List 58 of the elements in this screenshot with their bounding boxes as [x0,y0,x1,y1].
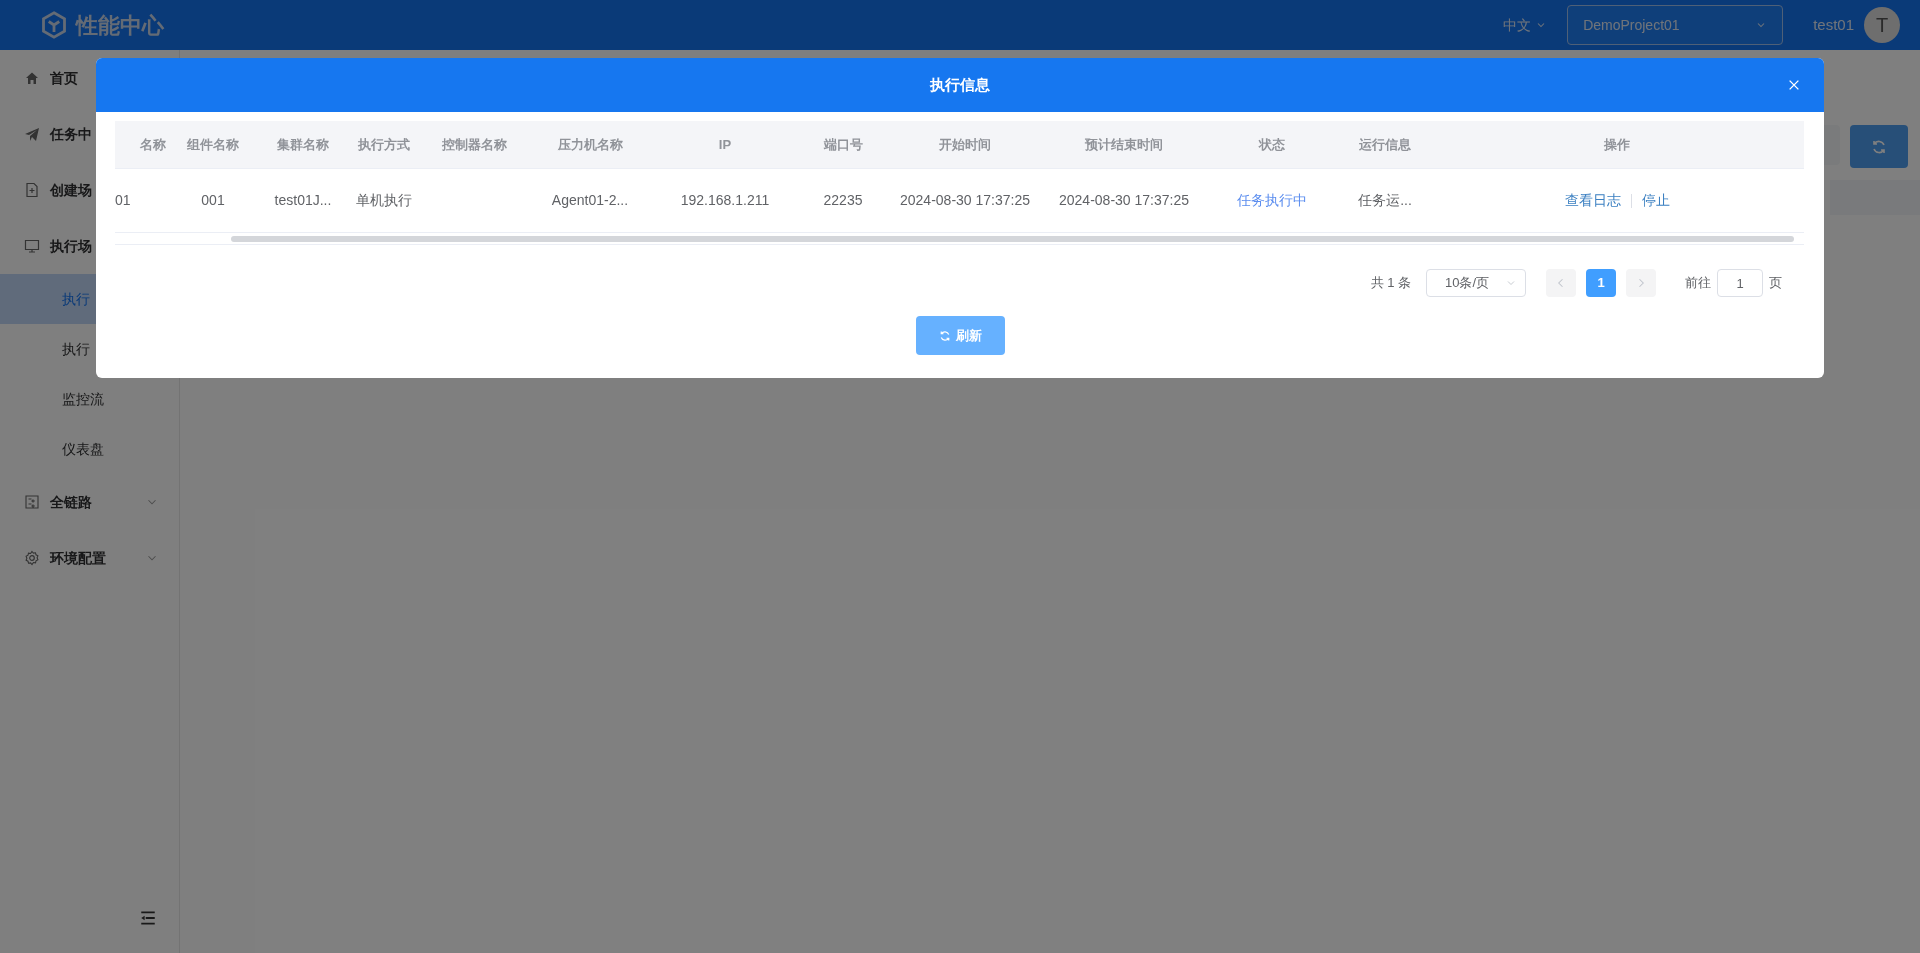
menu-item[interactable]: 执行场 [0,218,179,274]
project-name: DemoProject01 [1583,15,1680,35]
settings-icon [24,550,40,566]
goto-label: 前往 [1685,274,1711,293]
file-plus-icon [24,182,40,198]
language-select[interactable]: 中文 [1503,14,1548,36]
project-select[interactable]: DemoProject01 [1567,5,1784,45]
column-header: 端口号 [823,135,863,154]
refresh-button[interactable] [1850,125,1908,168]
refresh-icon [938,329,951,342]
column-header: 组件名称 [187,135,239,154]
refresh-button[interactable]: 刷新 [915,316,1005,355]
column-header: 执行方式 [358,135,410,154]
column-header: 压力机名称 [557,135,623,154]
column-header: 名称 [140,135,166,154]
status-text: 任务执行中 [1237,191,1307,210]
stop-link[interactable]: 停止 [1641,190,1670,211]
submenu-item[interactable]: 仪表盘 [0,424,179,474]
table-cell-text: 2024-08-30 17:37:25 [900,191,1030,210]
menu-item[interactable]: 环境配置 [0,530,179,586]
home-icon [24,70,40,86]
view-log-link[interactable]: 查看日志 [1564,190,1621,211]
table-cell-text: 192.168.1.211 [680,191,770,210]
table-cell-text: 01 [115,191,131,210]
column-header: 操作 [1604,135,1630,154]
paper-plane-icon [24,126,40,142]
menu-item[interactable]: 全链路 [0,474,179,530]
column-header: 运行信息 [1359,135,1411,154]
monitor-icon [24,238,40,254]
logo-text: 性能中心 [76,11,164,40]
logo-icon [40,11,68,39]
page-button[interactable]: 1 [1586,269,1616,297]
user-name: test01 [1813,14,1854,35]
table-cell-text: 22235 [823,191,863,210]
column-header: IP [718,135,732,154]
column-header: 控制器名称 [441,135,507,154]
page-suffix: 页 [1769,274,1782,293]
column-header: 集群名称 [277,135,329,154]
user-avatar[interactable]: T [1864,7,1900,43]
column-header: 预计结束时间 [1085,135,1163,154]
table-cell-text: test01J... [274,191,332,210]
column-header: 开始时间 [939,135,991,154]
refresh-icon [1871,138,1887,155]
table-cell-text: 单机执行 [356,191,412,210]
collapse-menu-icon[interactable] [139,909,157,927]
total-count: 共 1 条 [1370,274,1411,293]
table-cell-text: 001 [201,191,225,210]
page-number-field[interactable]: 1 [1717,269,1763,297]
table-cell-text: Agent01-2... [551,191,629,210]
close-icon[interactable] [1787,78,1801,92]
table-cell-text: 2024-08-30 17:37:25 [1059,191,1189,210]
menu-item[interactable]: 首页 [0,50,179,106]
page-size-select[interactable]: 10条/页 [1426,269,1526,297]
column-header: 状态 [1259,135,1285,154]
dialog-title: 执行信息 [930,74,990,95]
sliders-panel-icon [24,494,40,510]
table-cell-text: 任务运... [1358,191,1412,210]
horizontal-scrollbar[interactable] [115,233,1804,245]
